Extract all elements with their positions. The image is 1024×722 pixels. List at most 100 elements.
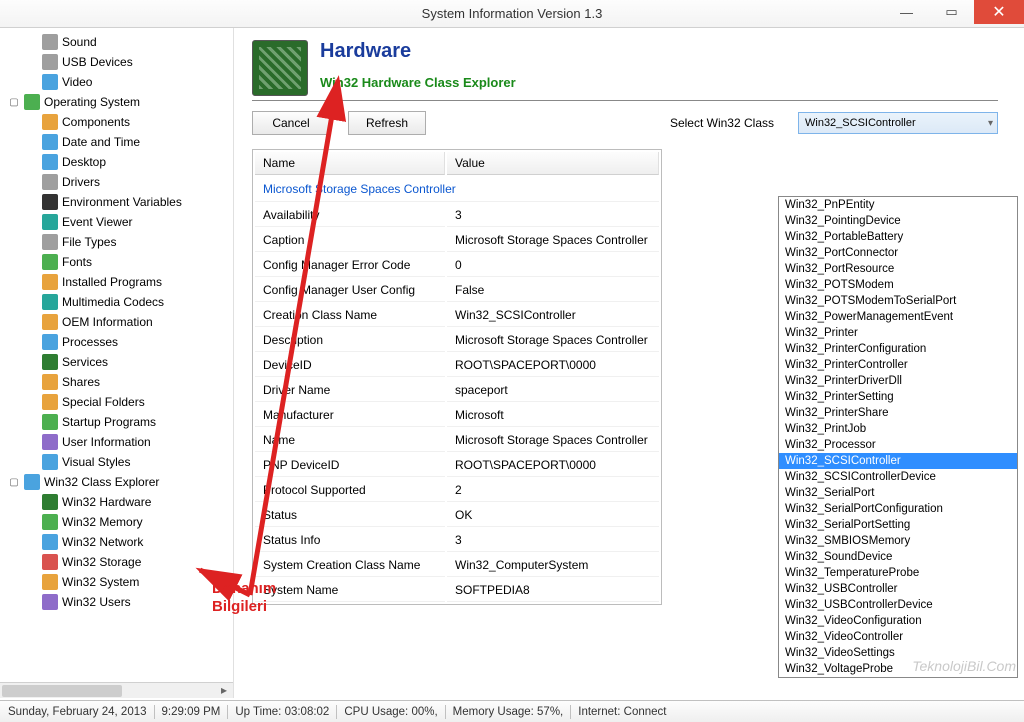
item-icon (42, 294, 58, 310)
tree-item[interactable]: Environment Variables (8, 192, 233, 212)
tree-item[interactable]: Win32 Memory (8, 512, 233, 532)
properties-table: Name Value Microsoft Storage Spaces Cont… (252, 149, 662, 605)
collapse-icon[interactable]: ▢ (8, 97, 20, 108)
table-row[interactable]: System Creation Class NameWin32_Computer… (255, 554, 659, 577)
table-row[interactable]: CaptionMicrosoft Storage Spaces Controll… (255, 229, 659, 252)
table-row[interactable]: StatusOK (255, 504, 659, 527)
tree-item[interactable]: Desktop (8, 152, 233, 172)
tree-item[interactable]: Drivers (8, 172, 233, 192)
dropdown-item[interactable]: Win32_PointingDevice (779, 213, 1017, 229)
cell-name: Availability (255, 204, 445, 227)
dropdown-item[interactable]: Win32_Printer (779, 325, 1017, 341)
dropdown-item[interactable]: Win32_SerialPortSetting (779, 517, 1017, 533)
tree-item[interactable]: File Types (8, 232, 233, 252)
dropdown-item[interactable]: Win32_POTSModemToSerialPort (779, 293, 1017, 309)
select-class-label: Select Win32 Class (670, 116, 774, 130)
dropdown-item[interactable]: Win32_SerialPortConfiguration (779, 501, 1017, 517)
cell-name: PNP DeviceID (255, 454, 445, 477)
dropdown-item[interactable]: Win32_POTSModem (779, 277, 1017, 293)
table-row[interactable]: DescriptionMicrosoft Storage Spaces Cont… (255, 329, 659, 352)
tree-item[interactable]: Processes (8, 332, 233, 352)
cancel-button[interactable]: Cancel (252, 111, 330, 135)
dropdown-item[interactable]: Win32_SMBIOSMemory (779, 533, 1017, 549)
dropdown-item[interactable]: Win32_VideoConfiguration (779, 613, 1017, 629)
cell-name: Protocol Supported (255, 479, 445, 502)
dropdown-item[interactable]: Win32_PortableBattery (779, 229, 1017, 245)
table-row[interactable]: Config Manager Error Code0 (255, 254, 659, 277)
dropdown-item[interactable]: Win32_PortResource (779, 261, 1017, 277)
tree-item[interactable]: Services (8, 352, 233, 372)
table-row[interactable]: Creation Class NameWin32_SCSIController (255, 304, 659, 327)
tree-item[interactable]: Shares (8, 372, 233, 392)
dropdown-item[interactable]: Win32_PrintJob (779, 421, 1017, 437)
table-row[interactable]: DeviceIDROOT\SPACEPORT\0000 (255, 354, 659, 377)
sidebar-tree[interactable]: SoundUSB DevicesVideo ▢ Operating System… (0, 28, 234, 698)
table-row[interactable]: System NameSOFTPEDIA8 (255, 579, 659, 602)
tree-label: Win32 System (62, 575, 139, 589)
close-button[interactable]: ✕ (974, 0, 1024, 24)
tree-item[interactable]: User Information (8, 432, 233, 452)
tree-item[interactable]: Multimedia Codecs (8, 292, 233, 312)
table-row[interactable]: ManufacturerMicrosoft (255, 404, 659, 427)
tree-item[interactable]: Components (8, 112, 233, 132)
table-row[interactable]: Status Info3 (255, 529, 659, 552)
table-row[interactable]: NameMicrosoft Storage Spaces Controller (255, 429, 659, 452)
tree-label: Environment Variables (62, 195, 182, 209)
dropdown-item[interactable]: Win32_USBController (779, 581, 1017, 597)
tree-item[interactable]: USB Devices (8, 52, 233, 72)
tree-item[interactable]: Win32 Network (8, 532, 233, 552)
tree-item[interactable]: Sound (8, 32, 233, 52)
tree-item[interactable]: Installed Programs (8, 272, 233, 292)
tree-node-os[interactable]: ▢ Operating System (8, 92, 233, 112)
refresh-button[interactable]: Refresh (348, 111, 426, 135)
tree-item[interactable]: Win32 Users (8, 592, 233, 612)
tree-item[interactable]: Win32 Storage (8, 552, 233, 572)
col-name[interactable]: Name (255, 152, 445, 175)
tree-item[interactable]: Event Viewer (8, 212, 233, 232)
watermark: TeknolojiBil.Com (912, 658, 1016, 674)
maximize-button[interactable]: ▭ (929, 0, 974, 24)
sidebar-h-scroll[interactable]: ▸ (0, 682, 233, 698)
collapse-icon[interactable]: ▢ (8, 477, 20, 488)
dropdown-item[interactable]: Win32_Processor (779, 437, 1017, 453)
table-row[interactable]: Driver Namespaceport (255, 379, 659, 402)
dropdown-item[interactable]: Win32_USBControllerDevice (779, 597, 1017, 613)
scroll-thumb[interactable] (2, 685, 122, 697)
tree-item[interactable]: Date and Time (8, 132, 233, 152)
tree-node-win32[interactable]: ▢ Win32 Class Explorer (8, 472, 233, 492)
dropdown-item[interactable]: Win32_PrinterShare (779, 405, 1017, 421)
tree-item[interactable]: Fonts (8, 252, 233, 272)
tree-item[interactable]: Startup Programs (8, 412, 233, 432)
tree-item[interactable]: OEM Information (8, 312, 233, 332)
dropdown-item[interactable]: Win32_SCSIController (779, 453, 1017, 469)
table-row[interactable]: Protocol Supported2 (255, 479, 659, 502)
dropdown-item[interactable]: Win32_SerialPort (779, 485, 1017, 501)
col-value[interactable]: Value (447, 152, 659, 175)
cell-name: Status Info (255, 529, 445, 552)
dropdown-item[interactable]: Win32_SoundDevice (779, 549, 1017, 565)
dropdown-item[interactable]: Win32_PortConnector (779, 245, 1017, 261)
tree-item[interactable]: Visual Styles (8, 452, 233, 472)
table-row[interactable]: Availability3 (255, 204, 659, 227)
table-row[interactable]: PNP DeviceIDROOT\SPACEPORT\0000 (255, 454, 659, 477)
cell-value: spaceport (447, 379, 659, 402)
dropdown-item[interactable]: Win32_VideoController (779, 629, 1017, 645)
dropdown-item[interactable]: Win32_TemperatureProbe (779, 565, 1017, 581)
tree-label: Win32 Memory (62, 515, 143, 529)
win32-class-select[interactable]: Win32_SCSIController ▾ (798, 112, 998, 134)
dropdown-item[interactable]: Win32_PrinterController (779, 357, 1017, 373)
dropdown-item[interactable]: Win32_PowerManagementEvent (779, 309, 1017, 325)
scroll-right-icon[interactable]: ▸ (217, 683, 231, 697)
win32-class-dropdown[interactable]: Win32_PnPEntityWin32_PointingDeviceWin32… (778, 196, 1018, 678)
dropdown-item[interactable]: Win32_PrinterDriverDll (779, 373, 1017, 389)
minimize-button[interactable]: — (884, 0, 929, 24)
tree-item[interactable]: Special Folders (8, 392, 233, 412)
dropdown-item[interactable]: Win32_SCSIControllerDevice (779, 469, 1017, 485)
tree-item[interactable]: Win32 System (8, 572, 233, 592)
dropdown-item[interactable]: Win32_PrinterConfiguration (779, 341, 1017, 357)
tree-item[interactable]: Video (8, 72, 233, 92)
dropdown-item[interactable]: Win32_PrinterSetting (779, 389, 1017, 405)
tree-item[interactable]: Win32 Hardware (8, 492, 233, 512)
dropdown-item[interactable]: Win32_PnPEntity (779, 197, 1017, 213)
table-row[interactable]: Config Manager User ConfigFalse (255, 279, 659, 302)
